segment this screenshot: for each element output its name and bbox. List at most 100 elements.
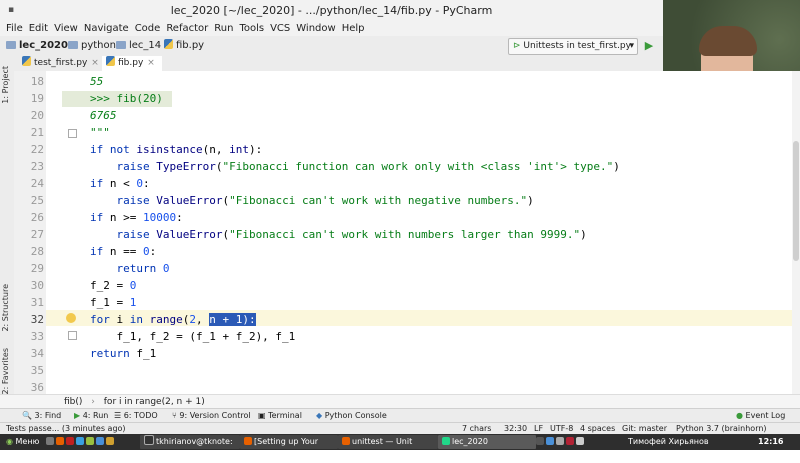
- menu-window[interactable]: Window: [296, 22, 335, 36]
- taskbar-item-browser-1[interactable]: [Setting up Your Wo...: [240, 435, 338, 460]
- app-icon[interactable]: [76, 437, 84, 445]
- code-breadcrumb-function[interactable]: fib(): [64, 397, 82, 407]
- pycharm-icon: [442, 437, 450, 445]
- code-line[interactable]: if n < 0:: [90, 177, 150, 190]
- code-line[interactable]: f_2 = 0: [90, 279, 136, 292]
- list-icon: ☰: [114, 411, 122, 420]
- code-line[interactable]: return f_1: [90, 347, 156, 360]
- terminal-icon: ▣: [258, 411, 266, 420]
- fold-marker-icon[interactable]: [68, 129, 77, 138]
- menu-code[interactable]: Code: [135, 22, 161, 36]
- code-line[interactable]: f_1, f_2 = (f_1 + f_2), f_1: [90, 330, 295, 343]
- user-name[interactable]: Тимофей Хирьянов: [628, 434, 709, 450]
- tray-icons: [536, 434, 586, 450]
- close-icon[interactable]: ×: [147, 58, 155, 68]
- editor-tab-bar: test_first.py × fib.py ×: [14, 56, 663, 73]
- code-line[interactable]: if n >= 10000:: [90, 211, 183, 224]
- line-number: 27: [30, 228, 44, 241]
- run-button[interactable]: ▶: [642, 39, 656, 53]
- start-menu-button[interactable]: ◉ Меню: [6, 434, 39, 450]
- event-log-tool-button[interactable]: ● Event Log: [736, 409, 785, 423]
- breadcrumb-file[interactable]: fib.py: [164, 39, 204, 53]
- firefox-icon[interactable]: [56, 437, 64, 445]
- code-line[interactable]: return 0: [90, 262, 170, 275]
- code-line[interactable]: if n == 0:: [90, 245, 156, 258]
- breadcrumb-lec14[interactable]: lec_14: [116, 39, 161, 53]
- app-icon[interactable]: [96, 437, 104, 445]
- taskbar-item-browser-2[interactable]: unittest — Unit testi...: [338, 435, 438, 460]
- code-line[interactable]: >>> fib(20): [90, 92, 163, 105]
- desktop-icon[interactable]: [46, 437, 54, 445]
- close-icon[interactable]: ×: [91, 58, 99, 68]
- line-number: 36: [30, 381, 44, 394]
- menu-run[interactable]: Run: [214, 22, 233, 36]
- menu-navigate[interactable]: Navigate: [84, 22, 129, 36]
- taskbar-item-pycharm[interactable]: lec_2020 [~/lec_202...: [438, 435, 536, 460]
- firefox-icon: [244, 437, 252, 445]
- tray-icon[interactable]: [556, 437, 564, 445]
- app-icon[interactable]: [66, 437, 74, 445]
- scrollbar-thumb[interactable]: [793, 141, 799, 261]
- fold-marker-icon[interactable]: [68, 331, 77, 340]
- tray-icon[interactable]: [536, 437, 544, 445]
- presenter-hair: [699, 26, 757, 56]
- terminal-tool-button[interactable]: ▣ Terminal: [258, 409, 302, 423]
- menu-tools[interactable]: Tools: [239, 22, 264, 36]
- favorites-tool-button[interactable]: 2: Favorites: [1, 348, 10, 394]
- line-number: 32: [30, 313, 44, 326]
- clock[interactable]: 12:16: [758, 434, 783, 450]
- code-editor[interactable]: 18 19 20 21 22 23 24 25 26 27 28 29 30 3…: [14, 71, 800, 394]
- os-taskbar: ◉ Меню tkhirianov@tknote: ... [Setting u…: [0, 434, 800, 460]
- taskbar-item-terminal[interactable]: tkhirianov@tknote: ...: [140, 435, 240, 460]
- project-tool-button[interactable]: 1: Project: [1, 66, 10, 104]
- menu-edit[interactable]: Edit: [29, 22, 48, 36]
- menu-refactor[interactable]: Refactor: [166, 22, 208, 36]
- code-line[interactable]: if not isinstance(n, int):: [90, 143, 262, 156]
- code-line[interactable]: 6765: [90, 109, 117, 122]
- code-line[interactable]: f_1 = 1: [90, 296, 136, 309]
- firefox-icon: [342, 437, 350, 445]
- python-file-icon: [106, 56, 115, 66]
- line-number: 28: [30, 245, 44, 258]
- volume-icon[interactable]: [576, 437, 584, 445]
- breadcrumb-project[interactable]: lec_2020: [6, 39, 68, 53]
- python-file-icon: [22, 56, 31, 66]
- lightbulb-icon[interactable]: [66, 313, 76, 323]
- breadcrumb-python[interactable]: python: [68, 39, 116, 53]
- menu-view[interactable]: View: [54, 22, 78, 36]
- folder-icon: [68, 41, 78, 49]
- menu-help[interactable]: Help: [342, 22, 365, 36]
- line-number: 31: [30, 296, 44, 309]
- window-titlebar: ▪ lec_2020 [~/lec_2020] - .../python/lec…: [0, 0, 663, 23]
- tab-test-first[interactable]: test_first.py ×: [18, 56, 104, 71]
- window-title: lec_2020 [~/lec_2020] - .../python/lec_1…: [170, 4, 493, 17]
- app-icon[interactable]: [106, 437, 114, 445]
- unittest-icon: ⊳: [513, 41, 521, 51]
- menu-file[interactable]: File: [6, 22, 23, 36]
- todo-tool-button[interactable]: ☰ 6: TODO: [114, 409, 158, 423]
- line-number: 33: [30, 330, 44, 343]
- editor-scrollbar[interactable]: [792, 71, 800, 394]
- mint-logo-icon: ◉: [6, 437, 13, 446]
- run-configuration-dropdown[interactable]: ⊳ Unittests in test_first.py ▾: [508, 38, 638, 55]
- vcs-tool-button[interactable]: ⑂ 9: Version Control: [172, 409, 251, 423]
- line-number: 18: [30, 75, 44, 88]
- app-icon[interactable]: [86, 437, 94, 445]
- run-tool-button[interactable]: ▶ 4: Run: [74, 409, 108, 423]
- code-line[interactable]: raise ValueError("Fibonacci can't work w…: [90, 194, 534, 207]
- code-line[interactable]: for i in range(2, n + 1):: [90, 313, 256, 326]
- menu-vcs[interactable]: VCS: [270, 22, 290, 36]
- code-line[interactable]: 55: [90, 75, 103, 88]
- keyboard-layout-icon[interactable]: [566, 437, 574, 445]
- python-file-icon: [164, 39, 173, 49]
- play-icon: ▶: [74, 411, 81, 420]
- code-line[interactable]: raise TypeError("Fibonacci function can …: [90, 160, 620, 173]
- network-icon[interactable]: [546, 437, 554, 445]
- code-breadcrumb-loop[interactable]: for i in range(2, n + 1): [104, 397, 205, 407]
- code-line[interactable]: raise ValueError("Fibonacci can't work w…: [90, 228, 587, 241]
- structure-tool-button[interactable]: 2: Structure: [1, 284, 10, 332]
- find-tool-button[interactable]: 🔍 3: Find: [22, 409, 61, 423]
- code-line[interactable]: """: [90, 126, 110, 139]
- chevron-right-icon: ›: [91, 397, 95, 407]
- python-console-tool-button[interactable]: ◆ Python Console: [316, 409, 387, 423]
